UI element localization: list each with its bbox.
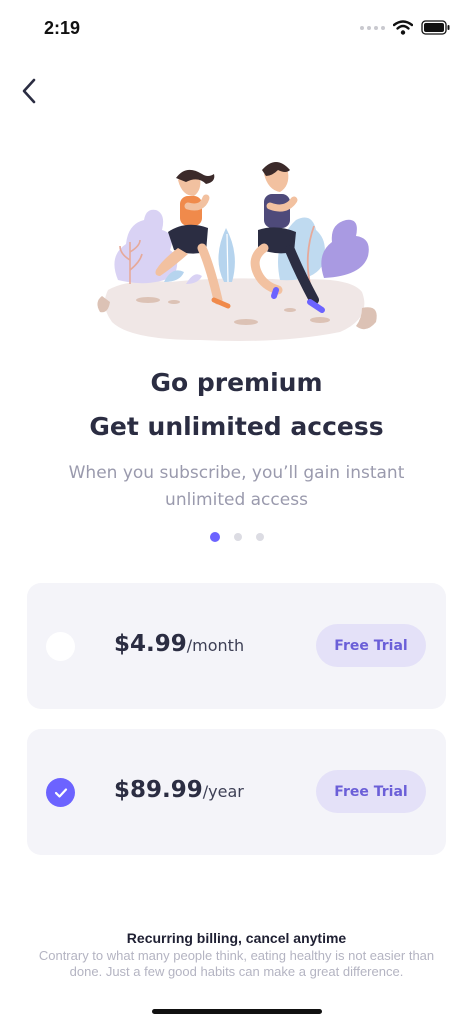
- page-dot[interactable]: [233, 533, 242, 541]
- billing-title: Recurring billing, cancel anytime: [126, 930, 347, 946]
- plan-price: $4.99: [114, 631, 187, 657]
- signal-icon: [360, 25, 385, 30]
- page-subtitle-heading: Get unlimited access: [89, 412, 384, 441]
- plan-price-line: $4.99/month: [114, 631, 244, 657]
- plan-radio-checked[interactable]: [46, 778, 75, 807]
- status-bar: 2:19: [0, 0, 473, 60]
- status-icons: [360, 20, 451, 35]
- page-dot[interactable]: [255, 533, 264, 541]
- home-indicator[interactable]: [152, 1009, 322, 1014]
- page-title: Go premium: [150, 368, 323, 397]
- plan-card-monthly[interactable]: $4.99/month Free Trial: [27, 583, 446, 709]
- plan-price: $89.99: [114, 777, 203, 803]
- plan-period: /year: [202, 782, 244, 801]
- plan-card-yearly[interactable]: $89.99/year Free Trial: [27, 729, 446, 855]
- status-time: 2:19: [44, 18, 81, 38]
- jogging-couple-illustration: [97, 162, 377, 341]
- page-dot-active[interactable]: [209, 532, 220, 542]
- page-indicator: [0, 532, 473, 542]
- chevron-left-icon: [22, 78, 36, 104]
- check-icon: [54, 787, 67, 798]
- billing-description: Contrary to what many people think, eati…: [38, 948, 435, 979]
- wifi-icon: [393, 20, 413, 35]
- free-trial-button[interactable]: Free Trial: [316, 770, 426, 813]
- plan-radio-unchecked[interactable]: [46, 632, 75, 661]
- battery-icon: [421, 20, 450, 35]
- free-trial-button[interactable]: Free Trial: [316, 624, 426, 667]
- plan-period: /month: [186, 636, 245, 655]
- page-description: When you subscribe, you’ll gain instant …: [68, 463, 405, 510]
- back-button[interactable]: [14, 74, 44, 108]
- plan-price-line: $89.99/year: [114, 777, 244, 803]
